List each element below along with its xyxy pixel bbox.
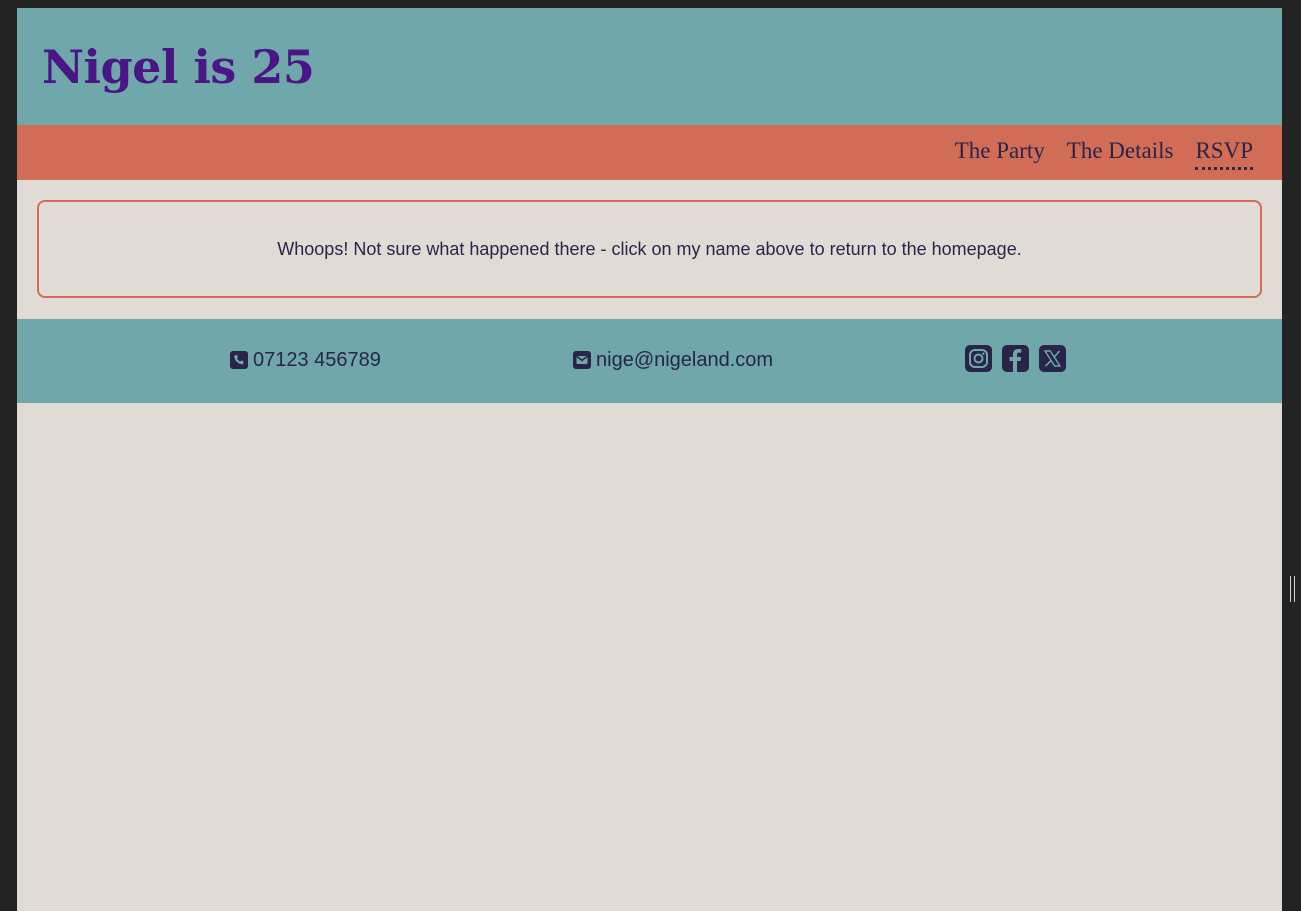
phone-icon — [230, 351, 248, 369]
instagram-icon[interactable] — [965, 345, 992, 372]
error-message-box: Whoops! Not sure what happened there - c… — [37, 200, 1262, 298]
email-address: nige@nigeland.com — [596, 349, 774, 371]
envelope-icon — [573, 351, 591, 369]
page-frame: Nigel is 25 The Party The Details RSVP W… — [17, 8, 1282, 911]
nav-link-the-party[interactable]: The Party — [955, 137, 1045, 170]
nav-link-the-details[interactable]: The Details — [1067, 137, 1174, 170]
email-contact[interactable]: nige@nigeland.com — [573, 348, 773, 372]
site-footer: 07123 456789 nige@nigeland.com — [17, 319, 1282, 403]
nav-bar: The Party The Details RSVP — [17, 125, 1282, 180]
phone-number: 07123 456789 — [253, 349, 381, 371]
x-icon[interactable] — [1039, 345, 1066, 372]
nav-links: The Party The Details RSVP — [955, 137, 1253, 170]
facebook-icon[interactable] — [1002, 345, 1029, 372]
resize-handle[interactable] — [1290, 576, 1295, 602]
phone-contact[interactable]: 07123 456789 — [230, 348, 381, 372]
error-message: Whoops! Not sure what happened there - c… — [277, 238, 1022, 259]
site-header: Nigel is 25 — [17, 8, 1282, 125]
site-title-link[interactable]: Nigel is 25 — [42, 38, 315, 96]
nav-link-rsvp[interactable]: RSVP — [1195, 137, 1253, 170]
main-content: Whoops! Not sure what happened there - c… — [17, 180, 1282, 319]
social-links — [965, 345, 1066, 372]
